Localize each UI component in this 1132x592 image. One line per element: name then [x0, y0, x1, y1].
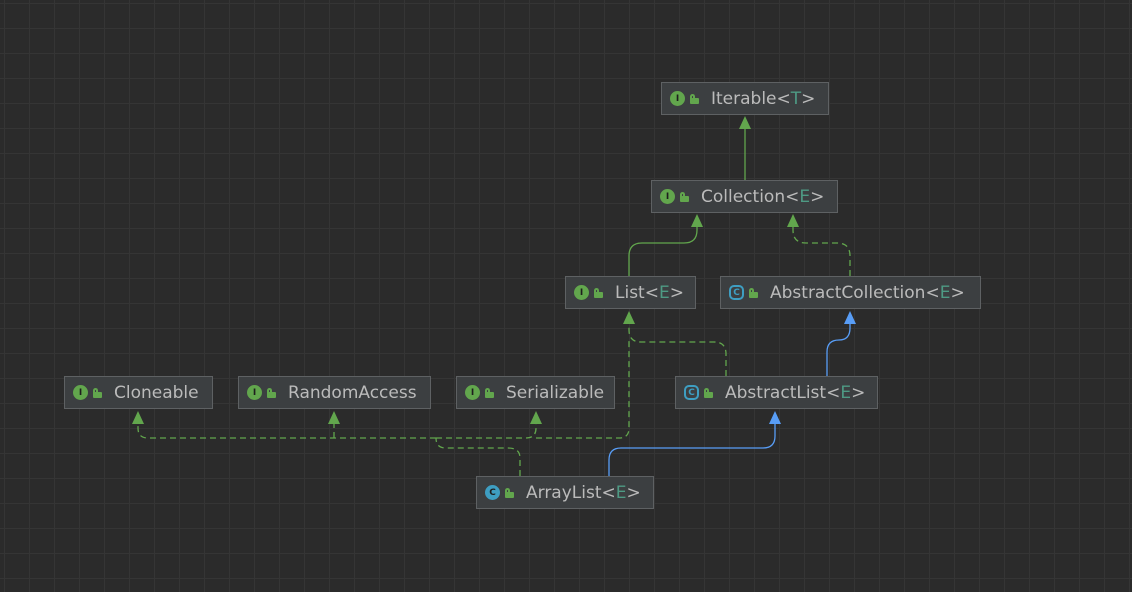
node-collection-label: Collection — [701, 186, 786, 207]
node-array-list[interactable]: C ArrayList < E > — [476, 476, 654, 509]
public-visibility-icon — [485, 387, 494, 398]
type-bracket-open: < — [776, 88, 791, 109]
type-parameter: E — [615, 482, 627, 503]
public-visibility-icon — [267, 387, 276, 398]
edge-abstractlist-extends-abstractcollection — [826, 316, 851, 376]
type-bracket-close: > — [626, 482, 641, 503]
public-visibility-icon — [594, 287, 603, 298]
edge-arraylist-extends-abstractlist — [608, 422, 776, 476]
class-icon: C — [485, 485, 500, 500]
node-abstract-collection-label: AbstractCollection — [770, 282, 926, 303]
arrowhead-cloneable — [132, 411, 144, 424]
interface-icon: I — [73, 385, 88, 400]
interface-icon: I — [465, 385, 480, 400]
node-array-list-label: ArrayList — [526, 482, 602, 503]
node-list[interactable]: I List < E > — [565, 276, 696, 309]
type-parameter: E — [799, 186, 811, 207]
arrowhead-collection-left — [691, 214, 703, 227]
public-visibility-icon — [505, 487, 514, 498]
arrowhead-randomaccess — [328, 411, 340, 424]
edge-list-extends-collection — [628, 218, 698, 276]
type-bracket-open: < — [826, 382, 841, 403]
edge-abstractcollection-implements-collection — [792, 218, 851, 276]
type-bracket-open: < — [925, 282, 940, 303]
type-bracket-open: < — [601, 482, 616, 503]
type-bracket-close: > — [669, 282, 684, 303]
node-list-label: List — [615, 282, 645, 303]
node-iterable-label: Iterable — [711, 88, 777, 109]
node-random-access-label: RandomAccess — [288, 382, 417, 403]
arrowhead-serializable — [530, 411, 542, 424]
arrowhead-abstractcollection — [844, 311, 856, 324]
arrowhead-collection-right — [787, 214, 799, 227]
public-visibility-icon — [93, 387, 102, 398]
node-collection[interactable]: I Collection < E > — [651, 180, 838, 213]
edge-arraylist-implements-serializable — [436, 420, 537, 439]
node-cloneable-label: Cloneable — [114, 382, 199, 403]
type-bracket-open: < — [644, 282, 659, 303]
edge-abstractlist-implements-list — [628, 318, 727, 376]
interface-icon: I — [574, 285, 589, 300]
arrowhead-abstractlist — [769, 411, 781, 424]
interface-icon: I — [660, 189, 675, 204]
node-abstract-collection[interactable]: C AbstractCollection < E > — [720, 276, 981, 309]
public-visibility-icon — [749, 287, 758, 298]
public-visibility-icon — [680, 191, 689, 202]
node-abstract-list-label: AbstractList — [725, 382, 827, 403]
interface-icon: I — [670, 91, 685, 106]
public-visibility-icon — [690, 93, 699, 104]
interface-icon: I — [247, 385, 262, 400]
uml-diagram-canvas[interactable]: I Iterable < T > I Collection < E > I List < E > … — [0, 0, 1132, 592]
public-visibility-icon — [704, 387, 713, 398]
type-parameter: E — [840, 382, 852, 403]
edge-arraylist-implements-cloneable — [137, 420, 436, 439]
node-iterable[interactable]: I Iterable < T > — [661, 82, 829, 115]
abstract-class-icon: C — [729, 285, 744, 300]
type-parameter: T — [790, 88, 802, 109]
type-bracket-open: < — [785, 186, 800, 207]
arrowhead-iterable — [739, 116, 751, 129]
type-bracket-close: > — [801, 88, 816, 109]
type-bracket-close: > — [950, 282, 965, 303]
node-serializable-label: Serializable — [506, 382, 605, 403]
abstract-class-icon: C — [684, 385, 699, 400]
type-bracket-close: > — [810, 186, 825, 207]
type-bracket-close: > — [851, 382, 866, 403]
node-abstract-list[interactable]: C AbstractList < E > — [675, 376, 878, 409]
node-random-access[interactable]: I RandomAccess — [238, 376, 431, 409]
node-cloneable[interactable]: I Cloneable — [64, 376, 213, 409]
edge-arraylist-implements-trunk — [435, 437, 521, 476]
node-serializable[interactable]: I Serializable — [456, 376, 615, 409]
arrowhead-list-from-abstractlist — [623, 311, 635, 324]
type-parameter: E — [939, 282, 951, 303]
type-parameter: E — [658, 282, 670, 303]
